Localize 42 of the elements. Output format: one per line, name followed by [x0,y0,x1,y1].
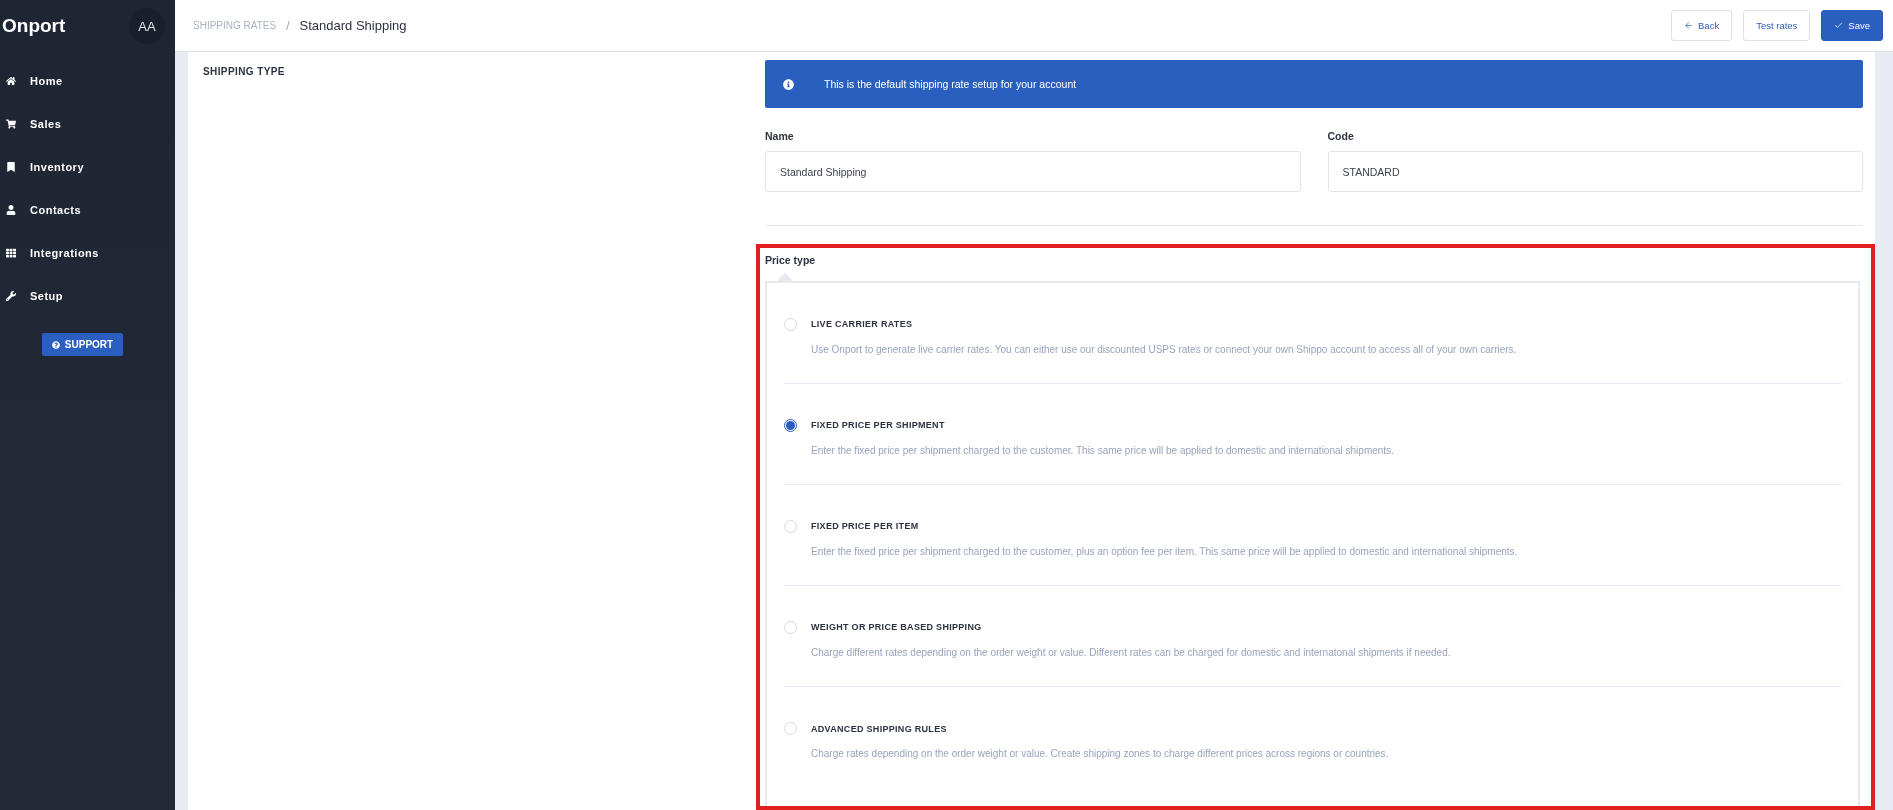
field-label: Name [765,130,795,142]
option-description: Use Onport to generate live carrier rates. You can either use our discounted USPS rates or connect your own Shippo account to access all of your own carriers. [810,343,1518,355]
option-description: Enter the fixed price per shipment charged to the customer. This same price will be applied to domestic and international shipments. [810,444,1395,456]
input-field[interactable]: STANDARD [1327,151,1863,192]
option-title: FIXED PRICE PER SHIPMENT [811,420,945,430]
save-button[interactable]: Save [1821,10,1883,41]
arrow-left-icon [1684,21,1694,30]
banner-text: This is the default shipping rate setup for your account [824,78,1077,90]
section-title: SHIPPING TYPE [203,66,285,77]
option-description: Enter the fixed price per shipment charged to the customer, plus an option fee per item. This same price will be applied to domestic and international shipments. [810,545,1519,557]
nav-item[interactable]: Contacts [0,188,175,231]
info-icon [783,78,794,90]
page-title: Standard Shipping [299,18,407,33]
nav-item[interactable]: Integrations [0,231,175,274]
breadcrumb-separator: / [286,18,290,33]
support-button[interactable]: SUPPORT [41,333,124,356]
option-title: LIVE CARRIER RATES [811,319,913,329]
cart-icon [6,118,16,129]
help-icon [51,340,60,349]
radio-button[interactable] [784,418,797,432]
home-icon [6,75,16,86]
bookmark-icon [6,161,16,172]
nav-item[interactable]: Setup [0,274,175,317]
grid-icon [6,247,16,258]
option-description: Charge different rates depending on the order weight or value. Different rates can be charged for domestic and internatonal shipments if needed. [810,646,1452,658]
user-icon [6,204,16,215]
option-title: FIXED PRICE PER ITEM [811,521,919,531]
nav-item[interactable]: Home [0,59,175,102]
option-title: WEIGHT OR PRICE BASED SHIPPING [811,622,982,632]
logo: Onport [2,15,66,37]
avatar[interactable]: AA [129,8,165,44]
input-field[interactable]: Standard Shipping [765,151,1301,192]
test-rates-button[interactable]: Test rates [1743,10,1811,41]
field-label: Code [1327,130,1355,142]
wrench-icon [6,290,16,301]
option-description: Charge rates depending on the order weight or value. Create shipping zones to charge different prices across regions or countries. [810,748,1390,759]
option-title: ADVANCED SHIPPING RULES [811,723,947,734]
field-label: Price type [765,254,816,266]
nav-item[interactable]: Inventory [0,145,175,188]
check-icon [1834,21,1844,30]
nav-item[interactable]: Sales [0,102,175,145]
back-button[interactable]: Back [1671,10,1733,41]
